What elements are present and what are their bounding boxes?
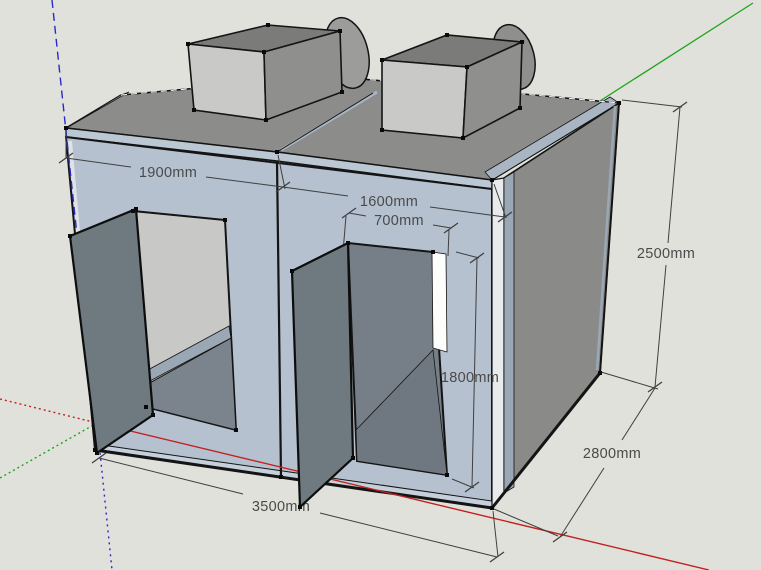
corner-post-trim-inner xyxy=(504,172,514,493)
dim-door-height[interactable]: 1800mm xyxy=(441,370,499,386)
vent-1-left-face[interactable] xyxy=(188,44,266,120)
model-scene[interactable]: 1900mm 1600mm 700mm 1800mm 2500mm 2800mm… xyxy=(0,0,761,570)
dim-depth[interactable]: 2800mm xyxy=(583,446,641,462)
door-panel-2[interactable] xyxy=(292,243,353,507)
corner-post-trim xyxy=(492,178,504,508)
vent-2-left-face[interactable] xyxy=(382,60,467,138)
dim-height[interactable]: 2500mm xyxy=(637,246,695,262)
dim-door-width[interactable]: 700mm xyxy=(374,213,424,229)
doorway-2-light-gap xyxy=(432,252,447,352)
dim-room1-width[interactable]: 1900mm xyxy=(139,165,197,181)
doorway-2[interactable] xyxy=(348,243,447,475)
sketchup-viewport[interactable]: 1900mm 1600mm 700mm 1800mm 2500mm 2800mm… xyxy=(0,0,761,570)
dim-room2-width[interactable]: 1600mm xyxy=(360,194,418,210)
